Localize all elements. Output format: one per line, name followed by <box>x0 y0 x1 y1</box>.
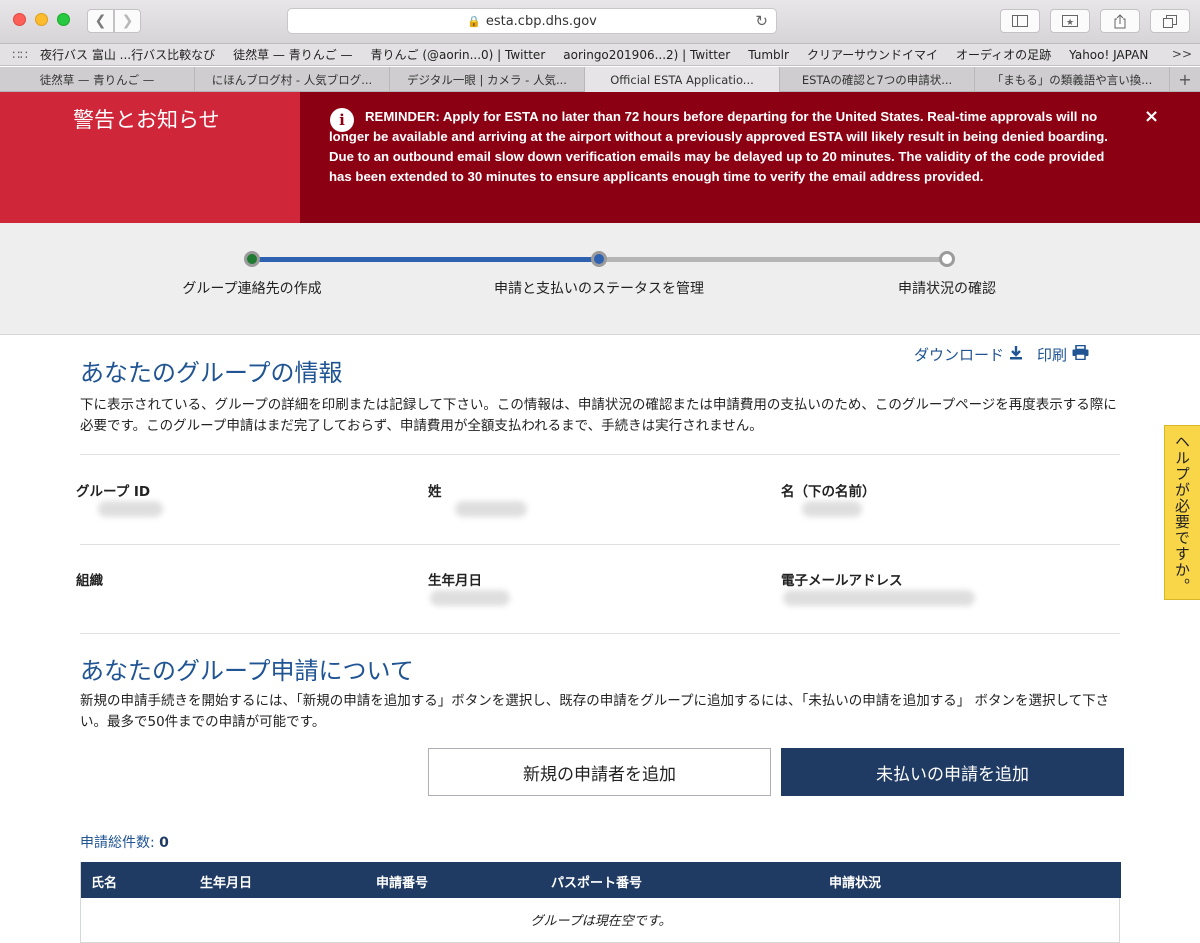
alert-message: REMINDER: Apply for ESTA no later than 7… <box>329 109 1108 184</box>
bookmarks-bar: ∷∷ 夜行バス 富山 ...行バス比較なび 徒然草 — 青りんご — 青りんご … <box>0 44 1200 66</box>
address-bar[interactable]: 🔒 esta.cbp.dhs.gov ↻ <box>287 8 777 34</box>
add-unpaid-application-button[interactable]: 未払いの申請を追加 <box>781 748 1124 796</box>
first-name-value-redacted <box>802 501 862 517</box>
application-count: 申請総件数: 0 <box>80 832 169 852</box>
lock-icon: 🔒 <box>467 14 481 28</box>
browser-tab[interactable]: 「まもる」の類義語や言い換... <box>975 67 1170 92</box>
organization-label: 組織 <box>76 573 103 589</box>
browser-toolbar: ❮ ❯ 🔒 esta.cbp.dhs.gov ↻ ★ <box>0 0 1200 44</box>
step-dot-2 <box>591 251 607 267</box>
bookmark-item[interactable]: 夜行バス 富山 ...行バス比較なび <box>40 46 215 63</box>
bookmark-item[interactable]: Yahoo! JAPAN <box>1069 48 1148 62</box>
column-header-status[interactable]: 申請状況 <box>829 872 881 891</box>
download-print-links: ダウンロード 印刷 <box>914 344 1103 365</box>
bookmarks-button[interactable]: ★ <box>1050 9 1090 33</box>
alert-title-panel: 警告とお知らせ <box>0 92 300 223</box>
column-header-application-number[interactable]: 申請番号 <box>376 872 428 891</box>
applications-title: あなたのグループ申請について <box>80 657 414 685</box>
minimize-window-button[interactable] <box>35 13 48 26</box>
last-name-label: 姓 <box>428 484 442 500</box>
first-name-label: 名（下の名前） <box>781 484 876 500</box>
url-text: esta.cbp.dhs.gov <box>485 13 597 29</box>
step-dot-3 <box>939 251 955 267</box>
help-tab-label: ヘルプが必要ですか。 <box>1173 434 1191 594</box>
step-label-2: 申請と支払いのステータスを管理 <box>494 281 704 297</box>
add-new-applicant-button[interactable]: 新規の申請者を追加 <box>428 748 771 796</box>
applications-description: 新規の申請手続きを開始するには、「新規の申請を追加する」ボタンを選択し、既存の申… <box>80 693 1110 730</box>
progress-stepper: グループ連絡先の作成 申請と支払いのステータスを管理 申請状況の確認 <box>0 223 1200 335</box>
bookmark-item[interactable]: 青りんご (@aorin...0) | Twitter <box>371 46 546 63</box>
progress-track-completed <box>252 257 599 262</box>
group-id-label: グループ ID <box>76 484 151 500</box>
birth-date-label: 生年月日 <box>428 573 482 589</box>
application-count-value: 0 <box>159 835 169 851</box>
divider <box>80 544 1120 545</box>
back-button[interactable]: ❮ <box>87 9 114 33</box>
bookmark-item[interactable]: aoringo201906...2) | Twitter <box>563 48 730 62</box>
browser-tab[interactable]: デジタル一眼 | カメラ - 人気... <box>390 67 585 92</box>
browser-tab[interactable]: にほんブログ村 - 人気ブログ... <box>195 67 390 92</box>
close-icon[interactable]: × <box>1144 106 1159 127</box>
column-header-passport-number[interactable]: パスポート番号 <box>551 872 642 891</box>
star-icon: ★ <box>1062 15 1078 27</box>
alert-title: 警告とお知らせ <box>73 108 220 132</box>
forward-button[interactable]: ❯ <box>114 9 141 33</box>
group-id-value-redacted <box>98 501 163 517</box>
reload-icon[interactable]: ↻ <box>755 12 768 30</box>
print-icon[interactable] <box>1072 344 1089 364</box>
step-label-3: 申請状況の確認 <box>898 281 996 297</box>
main-content: あなたのグループの情報 ダウンロード 印刷 下に表示されている、グループの詳細を… <box>0 335 1200 943</box>
close-window-button[interactable] <box>13 13 26 26</box>
tab-bar: 徒然草 — 青りんご — にほんブログ村 - 人気ブログ... デジタル一眼 |… <box>0 67 1200 92</box>
svg-text:★: ★ <box>1066 18 1074 27</box>
sidebar-toggle-button[interactable] <box>1000 9 1040 33</box>
download-link[interactable]: ダウンロード <box>914 344 1004 365</box>
bookmark-item[interactable]: クリアーサウンドイマイ <box>807 46 938 63</box>
zoom-window-button[interactable] <box>57 13 70 26</box>
sidebar-icon <box>1012 15 1028 27</box>
table-header: 氏名 生年月日 申請番号 パスポート番号 申請状況 <box>81 862 1121 898</box>
email-value-redacted <box>783 590 975 606</box>
email-label: 電子メールアドレス <box>781 573 903 589</box>
birth-date-value-redacted <box>430 590 510 606</box>
group-info-title: あなたのグループの情報 <box>80 359 343 387</box>
share-button[interactable] <box>1100 9 1140 33</box>
browser-tab-active[interactable]: Official ESTA Applicatio... <box>585 67 780 92</box>
chevron-left-icon: ❮ <box>94 13 107 29</box>
chevron-right-icon: ❯ <box>121 13 134 29</box>
step-label-1: グループ連絡先の作成 <box>182 281 322 297</box>
bookmark-item[interactable]: Tumblr <box>748 48 789 62</box>
step-dot-1 <box>244 251 260 267</box>
last-name-value-redacted <box>455 501 527 517</box>
empty-table-message: グループは現在空です。 <box>530 914 672 929</box>
share-icon <box>1114 13 1126 28</box>
divider <box>80 633 1120 634</box>
help-tab[interactable]: ヘルプが必要ですか。 <box>1164 425 1200 600</box>
application-count-label: 申請総件数: <box>80 835 155 851</box>
print-link[interactable]: 印刷 <box>1037 344 1067 365</box>
new-tab-button[interactable]: + <box>1170 67 1200 91</box>
tab-overview-button[interactable] <box>1150 9 1190 33</box>
tabs-icon <box>1163 14 1177 28</box>
applications-table: 氏名 生年月日 申請番号 パスポート番号 申請状況 グループは現在空です。 <box>80 862 1121 943</box>
browser-tab[interactable]: ESTAの確認と7つの申請状... <box>780 67 975 92</box>
bookmark-item[interactable]: 徒然草 — 青りんご — <box>233 46 352 63</box>
progress-track-remaining <box>599 257 947 262</box>
grid-icon[interactable]: ∷∷ <box>0 48 40 62</box>
browser-tab[interactable]: 徒然草 — 青りんご — <box>0 67 195 92</box>
column-header-name[interactable]: 氏名 <box>91 872 117 891</box>
alert-banner: 警告とお知らせ i REMINDER: Apply for ESTA no la… <box>0 92 1200 223</box>
group-info-description: 下に表示されている、グループの詳細を印刷または記録して下さい。この情報は、申請状… <box>80 397 1117 434</box>
divider <box>80 454 1120 455</box>
bookmarks-overflow-button[interactable]: >> <box>1172 47 1192 61</box>
download-icon[interactable] <box>1009 345 1023 364</box>
bookmark-item[interactable]: オーディオの足跡 <box>956 46 1051 63</box>
column-header-birth-date[interactable]: 生年月日 <box>200 872 252 891</box>
